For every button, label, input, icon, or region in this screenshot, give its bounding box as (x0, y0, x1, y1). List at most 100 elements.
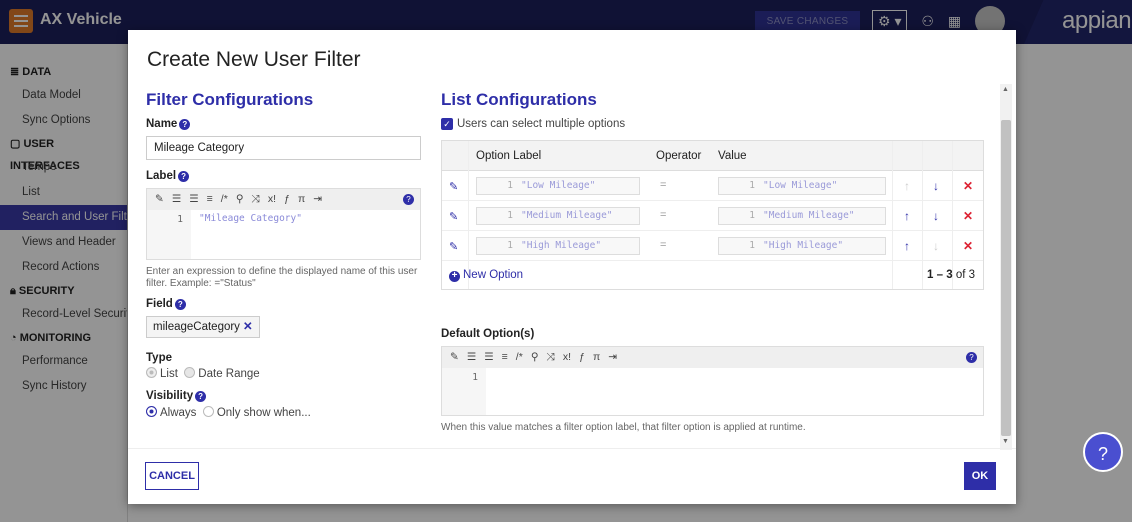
value-cell[interactable]: 1 "Low Mileage" (718, 177, 886, 195)
magic-wand-icon[interactable]: ✎ (450, 347, 459, 368)
exit-icon[interactable]: ⇥ (313, 189, 322, 210)
indent-icon[interactable]: ☰ (467, 347, 476, 368)
dialog-footer: CANCEL OK (128, 448, 1016, 504)
option-label-cell[interactable]: 1 "Medium Mileage" (476, 207, 640, 225)
ok-button[interactable]: OK (964, 462, 996, 490)
outdent-icon[interactable]: ☰ (484, 347, 493, 368)
help-question-icon[interactable]: ? (966, 352, 977, 363)
option-label-cell[interactable]: 1 "High Mileage" (476, 237, 640, 255)
grid-header: Option Label Operator Value (442, 141, 983, 171)
move-up-icon[interactable]: ↑ (904, 209, 910, 223)
default-options-label: Default Option(s) (441, 328, 535, 340)
dialog-title: Create New User Filter (147, 48, 361, 71)
help-question-icon[interactable]: ? (195, 391, 207, 402)
scroll-thumb[interactable] (1001, 120, 1011, 436)
list-config-title: List Configurations (441, 90, 597, 109)
value-cell[interactable]: 1 "Medium Mileage" (718, 207, 886, 225)
move-down-icon[interactable]: ↓ (933, 209, 939, 223)
editor-toolbar: ✎ ☰ ☰ ≡ /* ⚲ ⤨ x! ƒ π ⇥ (442, 347, 983, 368)
type-radio-group: List Date Range (146, 367, 260, 380)
list-icon[interactable]: ≡ (502, 347, 508, 368)
multi-select-label: Users can select multiple options (457, 118, 626, 130)
operator-cell: = (660, 209, 667, 221)
visibility-option-always[interactable]: Always (146, 406, 196, 419)
move-up-icon[interactable]: ↑ (904, 239, 910, 253)
delete-icon[interactable]: ✕ (963, 179, 973, 193)
default-options-hint: When this value matches a filter option … (441, 422, 806, 433)
new-option-link[interactable]: + New Option (449, 269, 523, 282)
multi-select-checkbox[interactable]: ✓ (441, 118, 453, 130)
table-row: ✎ 1 "Medium Mileage" = 1 "Medium Mileage" … (442, 201, 983, 231)
comment-icon[interactable]: /* (516, 347, 523, 368)
value-cell[interactable]: 1 "High Mileage" (718, 237, 886, 255)
plus-icon: + (449, 271, 460, 282)
search-icon[interactable]: ⚲ (531, 347, 539, 368)
name-input[interactable]: Mileage Category (146, 136, 421, 160)
dialog-scrollbar[interactable]: ▲ ▼ (1000, 84, 1012, 450)
pager: 1 – 3 of 3 (927, 269, 975, 281)
editor-gutter: 1 (147, 210, 191, 259)
table-row: ✎ 1 "Low Mileage" = 1 "Low Mileage" ↑ ↓ ✕ (442, 171, 983, 201)
type-label: Type (146, 352, 172, 364)
delete-icon[interactable]: ✕ (963, 209, 973, 223)
name-label: Name? (146, 118, 191, 130)
default-options-editor[interactable]: ✎ ☰ ☰ ≡ /* ⚲ ⤨ x! ƒ π ⇥ ? 1 (441, 346, 984, 416)
help-icon[interactable]: ? (1083, 432, 1123, 472)
exit-icon[interactable]: ⇥ (608, 347, 617, 368)
col-option-label: Option Label (476, 150, 542, 162)
rule-icon[interactable]: x! (268, 189, 276, 210)
scroll-up-icon[interactable]: ▲ (1002, 86, 1009, 93)
outdent-icon[interactable]: ☰ (189, 189, 198, 210)
field-label: Field? (146, 298, 186, 310)
grid-footer: + New Option 1 – 3 of 3 (442, 261, 983, 289)
rule-icon[interactable]: x! (563, 347, 571, 368)
shuffle-icon[interactable]: ⤨ (547, 347, 555, 368)
operator-cell: = (660, 179, 667, 191)
delete-icon[interactable]: ✕ (963, 239, 973, 253)
help-question-icon[interactable]: ? (174, 299, 186, 310)
label-hint: Enter an expression to define the displa… (146, 266, 418, 289)
pi-icon[interactable]: π (593, 347, 600, 368)
move-up-icon: ↑ (904, 179, 910, 193)
function-icon[interactable]: ƒ (284, 189, 290, 210)
col-value: Value (718, 150, 747, 162)
option-label-cell[interactable]: 1 "Low Mileage" (476, 177, 640, 195)
move-down-icon[interactable]: ↓ (933, 179, 939, 193)
visibility-label: Visibility? (146, 390, 207, 402)
remove-icon[interactable]: ✕ (243, 321, 253, 333)
table-row: ✎ 1 "High Mileage" = 1 "High Mileage" ↑ ↓ … (442, 231, 983, 261)
move-down-icon: ↓ (933, 239, 939, 253)
list-icon[interactable]: ≡ (207, 189, 213, 210)
editor-code[interactable]: "Mileage Category" (199, 213, 302, 224)
filter-config-title: Filter Configurations (146, 90, 314, 109)
label-expression-editor[interactable]: ✎ ☰ ☰ ≡ /* ⚲ ⤨ x! ƒ π ⇥ ? 1 "Mileage Category" (146, 188, 421, 260)
options-grid: Option Label Operator Value ✎ 1 "Low Mile… (441, 140, 984, 290)
edit-icon[interactable]: ✎ (449, 210, 458, 223)
comment-icon[interactable]: /* (221, 189, 228, 210)
editor-gutter: 1 (442, 368, 486, 415)
help-question-icon[interactable]: ? (178, 171, 190, 182)
help-question-icon[interactable]: ? (179, 119, 191, 130)
indent-icon[interactable]: ☰ (172, 189, 181, 210)
dialog-body: Filter Configurations Name? Mileage Cate… (128, 86, 1016, 448)
visibility-radio-group: Always Only show when... (146, 406, 311, 419)
pi-icon[interactable]: π (298, 189, 305, 210)
visibility-option-conditional[interactable]: Only show when... (202, 406, 311, 419)
field-chip[interactable]: mileageCategory ✕ (146, 316, 260, 338)
create-user-filter-dialog: Create New User Filter Filter Configurat… (128, 30, 1016, 504)
function-icon[interactable]: ƒ (579, 347, 585, 368)
edit-icon[interactable]: ✎ (449, 180, 458, 193)
magic-wand-icon[interactable]: ✎ (155, 189, 164, 210)
search-icon[interactable]: ⚲ (236, 189, 244, 210)
shuffle-icon[interactable]: ⤨ (252, 189, 260, 210)
type-option-list[interactable]: List (146, 367, 178, 380)
col-operator: Operator (656, 150, 702, 162)
type-option-date-range[interactable]: Date Range (184, 367, 260, 380)
operator-cell: = (660, 239, 667, 251)
editor-toolbar: ✎ ☰ ☰ ≡ /* ⚲ ⤨ x! ƒ π ⇥ (147, 189, 420, 210)
scroll-down-icon[interactable]: ▼ (1002, 438, 1009, 445)
edit-icon[interactable]: ✎ (449, 240, 458, 253)
label-label: Label? (146, 170, 190, 182)
cancel-button[interactable]: CANCEL (145, 462, 199, 490)
help-question-icon[interactable]: ? (403, 194, 414, 205)
